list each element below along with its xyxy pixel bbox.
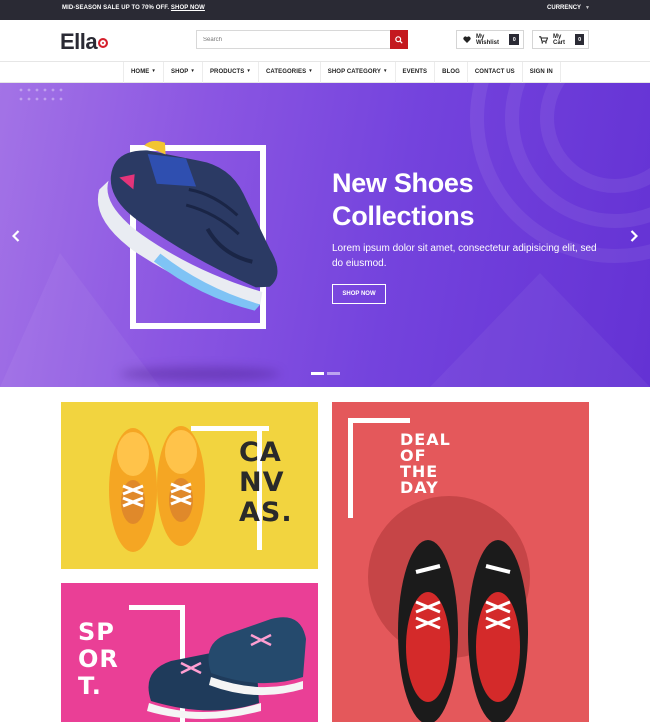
promo-shop-now-link[interactable]: SHOP NOW: [171, 5, 205, 11]
hero-description: Lorem ipsum dolor sit amet, consectetur …: [332, 243, 597, 269]
nav-item-home[interactable]: HOME ▼: [123, 62, 163, 83]
heart-icon: [463, 36, 471, 43]
hero-slider: New Shoes Collections Lorem ipsum dolor …: [0, 83, 650, 387]
chevron-down-icon: ▼: [585, 5, 590, 11]
promo-text: MID-SEASON SALE UP TO 70% OFF. SHOP NOW: [62, 5, 205, 11]
nav-item-products[interactable]: PRODUCTS ▼: [201, 62, 258, 83]
site-header: Ella My Wishlist 0 My Cart 0: [0, 20, 650, 62]
chevron-left-icon: [12, 230, 20, 242]
sport-shoes-image: [147, 617, 306, 719]
deal-of-the-day-banner[interactable]: DEAL OF THE DAY: [332, 402, 589, 722]
logo[interactable]: Ella: [60, 29, 109, 55]
nav-item-contact-us[interactable]: CONTACT US: [466, 62, 522, 83]
hero-shop-now-button[interactable]: SHOP NOW: [332, 284, 386, 304]
search-button[interactable]: [390, 30, 408, 49]
cart-icon: [539, 35, 548, 44]
canvas-shoes-image: [109, 426, 205, 552]
nav-item-blog[interactable]: BLOG: [434, 62, 467, 83]
currency-selector[interactable]: CURRENCY ▼: [547, 5, 590, 11]
main-navigation: HOME ▼ SHOP ▼ PRODUCTS ▼ CATEGORIES ▼ SHOP C…: [0, 61, 650, 83]
chevron-down-icon: ▼: [382, 68, 388, 73]
announcement-bar: MID-SEASON SALE UP TO 70% OFF. SHOP NOW …: [0, 0, 650, 20]
chevron-down-icon: ▼: [151, 68, 156, 73]
nav-item-sign-in[interactable]: SIGN IN: [521, 62, 561, 83]
cart-button[interactable]: My Cart 0: [532, 30, 589, 49]
chevron-down-icon: ▼: [308, 68, 313, 73]
cart-label: My Cart: [553, 33, 566, 46]
search-input[interactable]: [197, 31, 390, 48]
wishlist-label: My Wishlist: [476, 33, 499, 46]
chevron-down-icon: ▼: [246, 68, 251, 73]
deal-banner-title: DEAL OF THE DAY: [400, 430, 451, 497]
slider-dot-2[interactable]: [327, 372, 340, 375]
hero-title: New Shoes Collections: [332, 168, 475, 231]
canvas-banner-title: CA NV AS.: [239, 437, 293, 528]
nav-item-events[interactable]: EVENTS: [394, 62, 435, 83]
logo-dot-icon: [98, 38, 109, 48]
nav-item-categories[interactable]: CATEGORIES ▼: [257, 62, 320, 83]
deal-shoes-image: [398, 540, 528, 722]
product-shadow: [120, 367, 280, 381]
search-icon: [395, 35, 403, 44]
hero-shoe-image: [98, 140, 278, 311]
sport-banner-title: SP OR T.: [78, 618, 119, 700]
slider-next-button[interactable]: [627, 227, 641, 245]
canvas-banner[interactable]: CA NV AS.: [61, 402, 318, 569]
cart-count-badge: 0: [575, 34, 584, 45]
chevron-right-icon: [630, 230, 638, 242]
nav-item-shop-category[interactable]: SHOP CATEGORY ▼: [319, 62, 395, 83]
wishlist-button[interactable]: My Wishlist 0: [456, 30, 524, 49]
nav-menu: HOME ▼ SHOP ▼ PRODUCTS ▼ CATEGORIES ▼ SHOP C…: [123, 62, 561, 83]
slider-prev-button[interactable]: [9, 227, 23, 245]
search-bar: [196, 30, 408, 49]
chevron-down-icon: ▼: [190, 68, 195, 73]
wishlist-count-badge: 0: [509, 34, 519, 45]
slider-dot-1[interactable]: [311, 372, 324, 375]
sport-banner[interactable]: SP OR T.: [61, 583, 318, 722]
slider-pagination: [311, 372, 340, 375]
nav-item-shop[interactable]: SHOP ▼: [162, 62, 202, 83]
